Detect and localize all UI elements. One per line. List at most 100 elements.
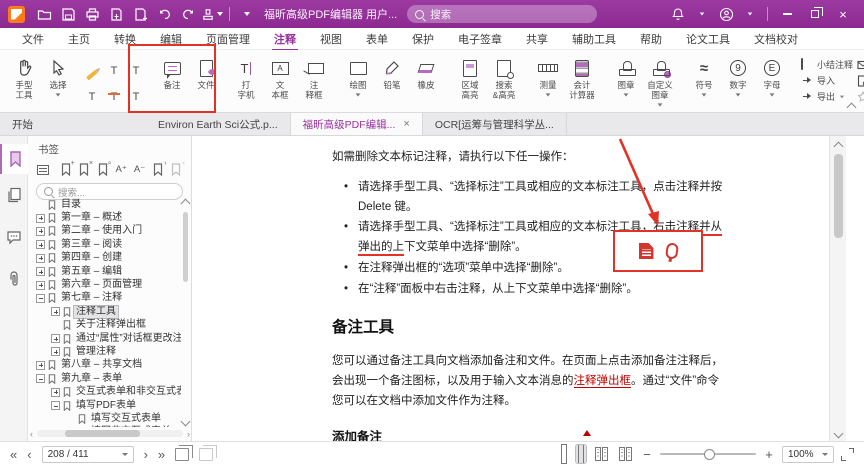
next-page-button[interactable]: › <box>144 448 148 461</box>
typewriter-tool-button[interactable]: T 打 字机 <box>229 54 263 104</box>
tab-edit[interactable]: 编辑 <box>148 28 194 50</box>
previous-page-button[interactable]: ‹ <box>27 448 31 461</box>
import-comments-button[interactable]: 导入 <box>801 74 853 87</box>
fullscreen-icon[interactable] <box>841 448 854 461</box>
delete-bookmark-button[interactable]: × <box>78 162 91 177</box>
tab-paper-tools[interactable]: 论文工具 <box>674 28 742 50</box>
number-tool-button[interactable]: 9 数字 <box>721 54 755 100</box>
select-annotation-button[interactable]: 选择 <box>41 54 75 100</box>
export-button[interactable] <box>105 3 127 25</box>
tree-item[interactable]: 目录 <box>28 198 181 211</box>
drawing-tool-button[interactable]: 绘图 <box>341 54 375 100</box>
bookmark-options-button[interactable] <box>36 162 49 177</box>
single-page-view-button[interactable] <box>559 445 569 463</box>
tree-item[interactable]: 填写PDF表单 <box>28 399 181 412</box>
global-search-input[interactable]: 搜索 <box>407 5 597 23</box>
tab-home[interactable]: 主页 <box>56 28 102 50</box>
quick-stamp-button[interactable] <box>201 3 223 25</box>
close-button[interactable]: × <box>830 3 856 25</box>
tree-item[interactable]: 第七章 – 注释 <box>28 292 181 305</box>
undo-button[interactable] <box>153 3 175 25</box>
account-caret[interactable] <box>739 3 761 25</box>
scroll-down-icon[interactable] <box>834 429 844 439</box>
facing-view-button[interactable] <box>593 445 610 463</box>
expand-bookmark-button[interactable]: › <box>151 162 164 177</box>
tree-item[interactable]: 第五章 – 编辑 <box>28 265 181 278</box>
expander-icon[interactable] <box>51 388 60 397</box>
collapse-ribbon-button[interactable] <box>848 98 858 108</box>
tree-item[interactable]: 第四章 – 创建 <box>28 252 181 265</box>
tree-item[interactable]: 第一章 – 概述 <box>28 211 181 224</box>
zoom-level-input[interactable]: 100% <box>782 446 834 463</box>
last-page-button[interactable]: » <box>158 448 165 461</box>
attachments-panel-button[interactable] <box>0 264 28 294</box>
expander-icon[interactable] <box>51 334 60 343</box>
custom-stamp-button[interactable]: 自定义 图章 <box>643 54 677 110</box>
notifications-caret[interactable] <box>691 3 713 25</box>
tree-item[interactable]: 关于注释弹出框 <box>28 319 181 332</box>
bookmark-tree-scrollbar[interactable] <box>181 198 191 427</box>
tree-item[interactable]: 填写交互式表单 <box>28 412 181 425</box>
scrollbar-thumb[interactable] <box>834 154 843 238</box>
minimize-button[interactable] <box>774 3 800 25</box>
open-file-button[interactable] <box>33 3 55 25</box>
expander-icon[interactable] <box>36 281 45 290</box>
expander-icon[interactable] <box>51 307 60 316</box>
tree-item[interactable]: 第三章 – 阅读 <box>28 238 181 251</box>
page-number-input[interactable]: 208 / 411 <box>42 446 134 463</box>
customize-toolbar-button[interactable] <box>236 3 258 25</box>
doc-tab-environ[interactable]: Environ Earth Sci公式.p... <box>146 113 291 135</box>
tree-item[interactable]: 第二章 – 使用入门 <box>28 225 181 238</box>
tab-form[interactable]: 表单 <box>354 28 400 50</box>
scroll-down-icon[interactable] <box>181 417 191 427</box>
expander-icon[interactable] <box>36 267 45 276</box>
email-fdf-button[interactable]: 邮件发送FDF <box>857 58 864 71</box>
tab-help[interactable]: 帮助 <box>628 28 674 50</box>
tree-item[interactable]: 第六章 – 页面管理 <box>28 278 181 291</box>
zoom-in-button[interactable]: + <box>763 447 775 462</box>
scroll-right-icon[interactable]: › <box>185 429 192 439</box>
tab-file[interactable]: 文件 <box>10 28 56 50</box>
strikeout-tool-button[interactable]: T <box>82 82 102 106</box>
tree-item[interactable]: 填写非交互式表单 <box>28 426 181 427</box>
start-tab[interactable]: 开始 <box>0 113 88 135</box>
manage-comments-button[interactable]: 管理注释 <box>857 74 864 87</box>
expander-icon[interactable] <box>36 227 45 236</box>
comments-panel-button[interactable] <box>0 222 28 252</box>
zoom-slider[interactable] <box>660 453 756 455</box>
add-bookmark-button[interactable]: + <box>59 162 72 177</box>
zoom-slider-handle[interactable] <box>704 449 715 460</box>
scroll-left-icon[interactable]: ‹ <box>28 429 35 439</box>
tab-accessibility[interactable]: 辅助工具 <box>560 28 628 50</box>
facing-continuous-view-button[interactable] <box>617 445 634 463</box>
pages-panel-button[interactable] <box>0 180 28 210</box>
underline-tool-button[interactable]: T <box>126 56 146 80</box>
note-tool-button[interactable]: 备注 <box>155 54 189 94</box>
summarize-comments-button[interactable]: 小结注释 <box>801 58 853 71</box>
tab-organize[interactable]: 页面管理 <box>194 28 262 50</box>
decrease-text-size-button[interactable]: A⁻ <box>133 162 146 177</box>
restore-button[interactable] <box>802 3 828 25</box>
tab-view[interactable]: 视图 <box>308 28 354 50</box>
letter-tool-button[interactable]: E 字母 <box>755 54 789 100</box>
increase-text-size-button[interactable]: A⁺ <box>115 162 128 177</box>
expander-icon[interactable] <box>36 294 45 303</box>
find-bookmark-button[interactable]: ⌕ <box>96 162 109 177</box>
tab-esign[interactable]: 电子签章 <box>446 28 514 50</box>
search-highlight-button[interactable]: 搜索 &高亮 <box>487 54 521 104</box>
expander-icon[interactable] <box>36 374 45 383</box>
eraser-tool-button[interactable]: 橡皮 <box>409 54 443 94</box>
save-button[interactable] <box>57 3 79 25</box>
expander-icon[interactable] <box>36 254 45 263</box>
hand-tool-button[interactable]: 手型 工具 <box>7 54 41 104</box>
tree-item[interactable]: 交互式表单和非交互式表单 <box>28 385 181 398</box>
expander-icon[interactable] <box>36 240 45 249</box>
export-comments-button[interactable]: 导出 <box>801 90 853 103</box>
expander-icon[interactable] <box>51 347 60 356</box>
stamp-tool-button[interactable]: 图章 <box>609 54 643 100</box>
measure-tool-button[interactable]: 测量 <box>531 54 565 100</box>
first-page-button[interactable]: « <box>10 448 17 461</box>
document-view[interactable]: 如需删除文本标记注释，请执行以下任一操作： 请选择手型工具、“选择标注”工具或相… <box>192 136 846 441</box>
area-highlight-button[interactable]: 区域 高亮 <box>453 54 487 104</box>
doc-tab-ocr[interactable]: OCR[运筹与管理科学丛... <box>423 113 567 135</box>
